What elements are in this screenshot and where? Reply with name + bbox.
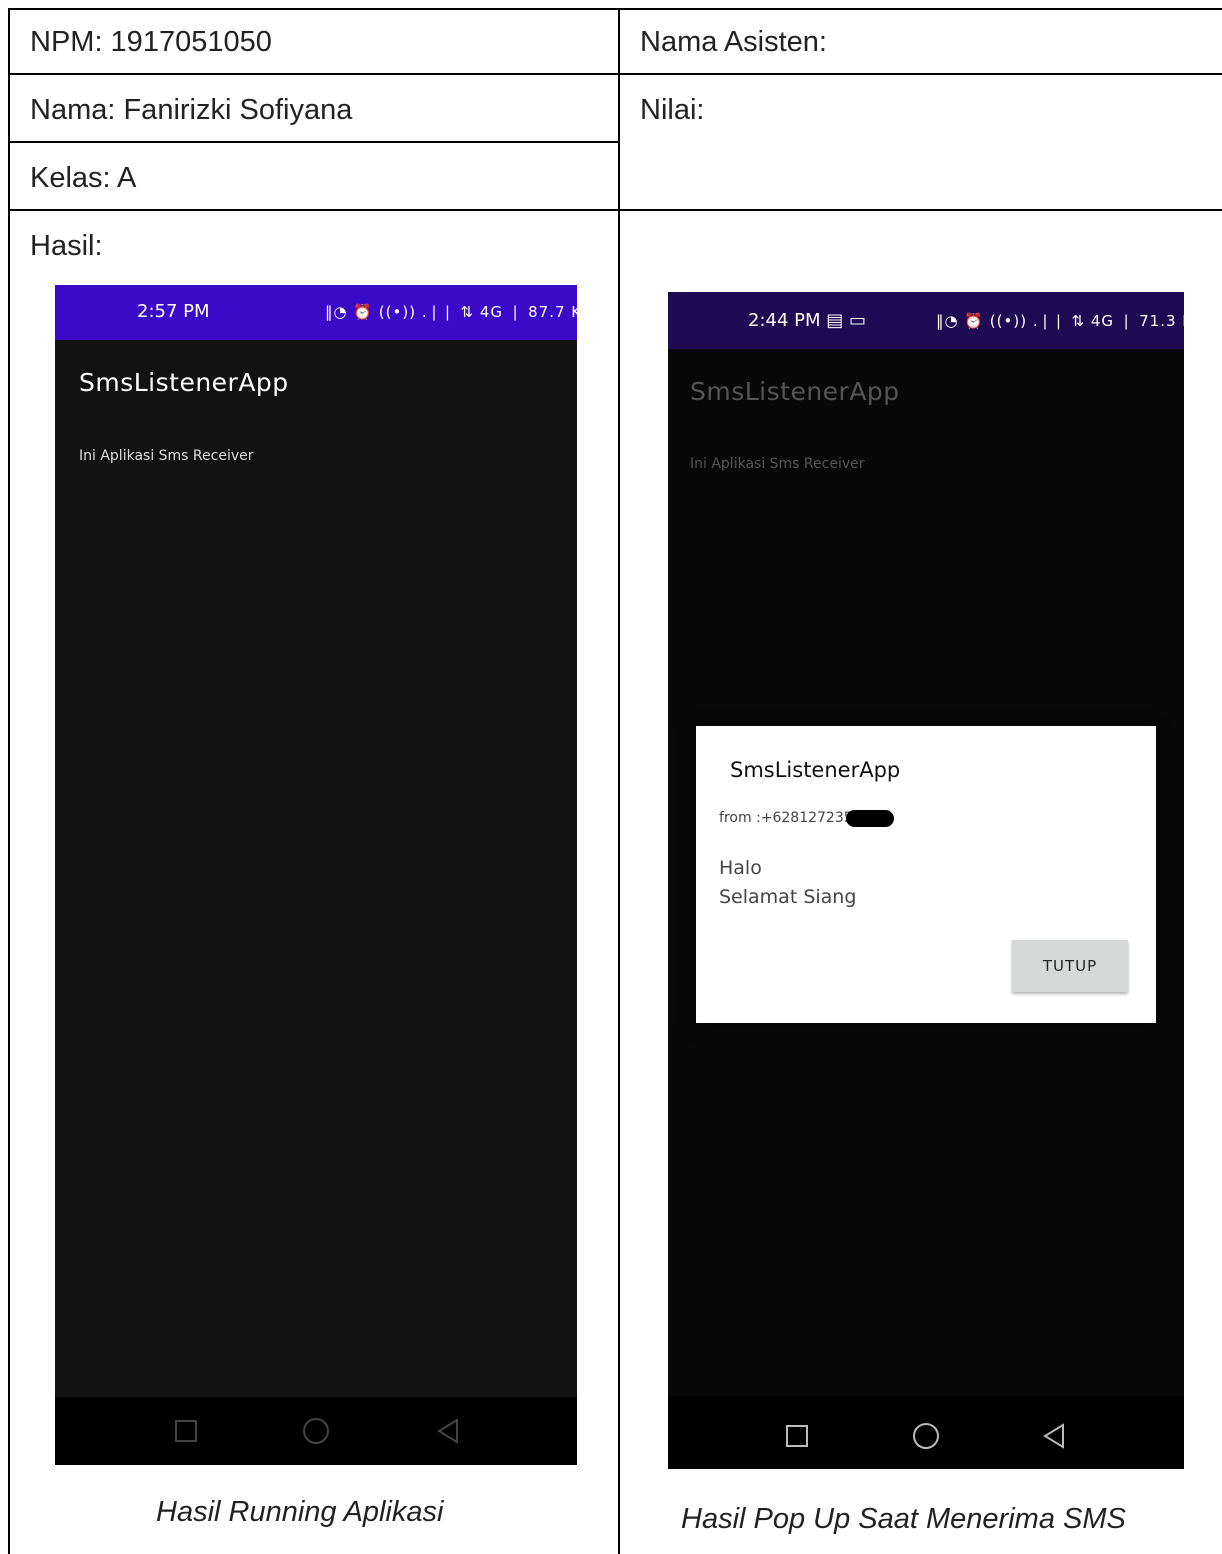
table-divider-row1 [8, 73, 1222, 75]
tutup-button[interactable]: TUTUP [1012, 940, 1128, 992]
caption-popup: Hasil Pop Up Saat Menerima SMS [681, 1503, 1126, 1535]
dialog-message-line1: Halo [719, 857, 762, 879]
app-title: SmsListenerApp [79, 368, 289, 397]
redaction-mark [846, 810, 894, 827]
home-icon[interactable] [303, 1418, 329, 1444]
nama-text: Nama: Fanirizki Sofiyana [30, 94, 353, 126]
hasil-text: Hasil: [30, 230, 103, 262]
home-icon[interactable] [913, 1423, 939, 1449]
nilai-text: Nilai: [640, 94, 705, 126]
app-subtitle: Ini Aplikasi Sms Receiver [79, 448, 254, 464]
table-divider-vertical [618, 8, 620, 1554]
dialog-message-line2: Selamat Siang [719, 886, 857, 908]
app-subtitle: Ini Aplikasi Sms Receiver [690, 456, 865, 472]
dialog-title: SmsListenerApp [730, 758, 901, 782]
phone-screenshot-popup: 2:44 PM ▤ ▭ ‖◔ ⏰ ((•)) .❘❘ ⇅ 4G ❘ 71.3 K… [668, 292, 1184, 1469]
table-divider-row2-left [8, 141, 618, 143]
table-divider-row3 [8, 209, 1222, 211]
status-icons-text: ‖◔ ⏰ ((•)) .❘❘ ⇅ 4G ❘ 87.7 K/s ⚠ [325, 303, 577, 321]
back-icon[interactable] [1043, 1423, 1065, 1449]
status-bar: 2:57 PM ‖◔ ⏰ ((•)) .❘❘ ⇅ 4G ❘ 87.7 K/s ⚠… [55, 285, 577, 340]
kelas-text: Kelas: A [30, 162, 137, 194]
dialog-sender: from :+628127235 [719, 810, 853, 826]
sms-dialog: SmsListenerApp from :+628127235 Halo Sel… [696, 726, 1156, 1023]
caption-running: Hasil Running Aplikasi [156, 1496, 444, 1528]
recents-icon[interactable] [786, 1425, 808, 1447]
recents-icon[interactable] [175, 1420, 197, 1442]
status-icons-text: ‖◔ ⏰ ((•)) .❘❘ ⇅ 4G ❘ 71.3 K/s ⚠ [936, 312, 1184, 330]
status-bar: 2:44 PM ▤ ▭ ‖◔ ⏰ ((•)) .❘❘ ⇅ 4G ❘ 71.3 K… [668, 292, 1184, 349]
nav-bar [668, 1396, 1184, 1469]
app-title: SmsListenerApp [690, 377, 900, 406]
nama-asisten-text: Nama Asisten: [640, 26, 827, 58]
npm-text: NPM: 1917051050 [30, 26, 272, 58]
phone-screenshot-running: 2:57 PM ‖◔ ⏰ ((•)) .❘❘ ⇅ 4G ❘ 87.7 K/s ⚠… [55, 285, 577, 1465]
back-icon[interactable] [437, 1418, 459, 1444]
status-time: 2:57 PM [137, 301, 210, 322]
status-icons: ‖◔ ⏰ ((•)) .❘❘ ⇅ 4G ❘ 87.7 K/s ⚠61 [325, 303, 577, 321]
status-time: 2:44 PM ▤ ▭ [748, 310, 866, 331]
status-icons: ‖◔ ⏰ ((•)) .❘❘ ⇅ 4G ❘ 71.3 K/s ⚠62 [936, 312, 1184, 330]
nav-bar [55, 1397, 577, 1465]
